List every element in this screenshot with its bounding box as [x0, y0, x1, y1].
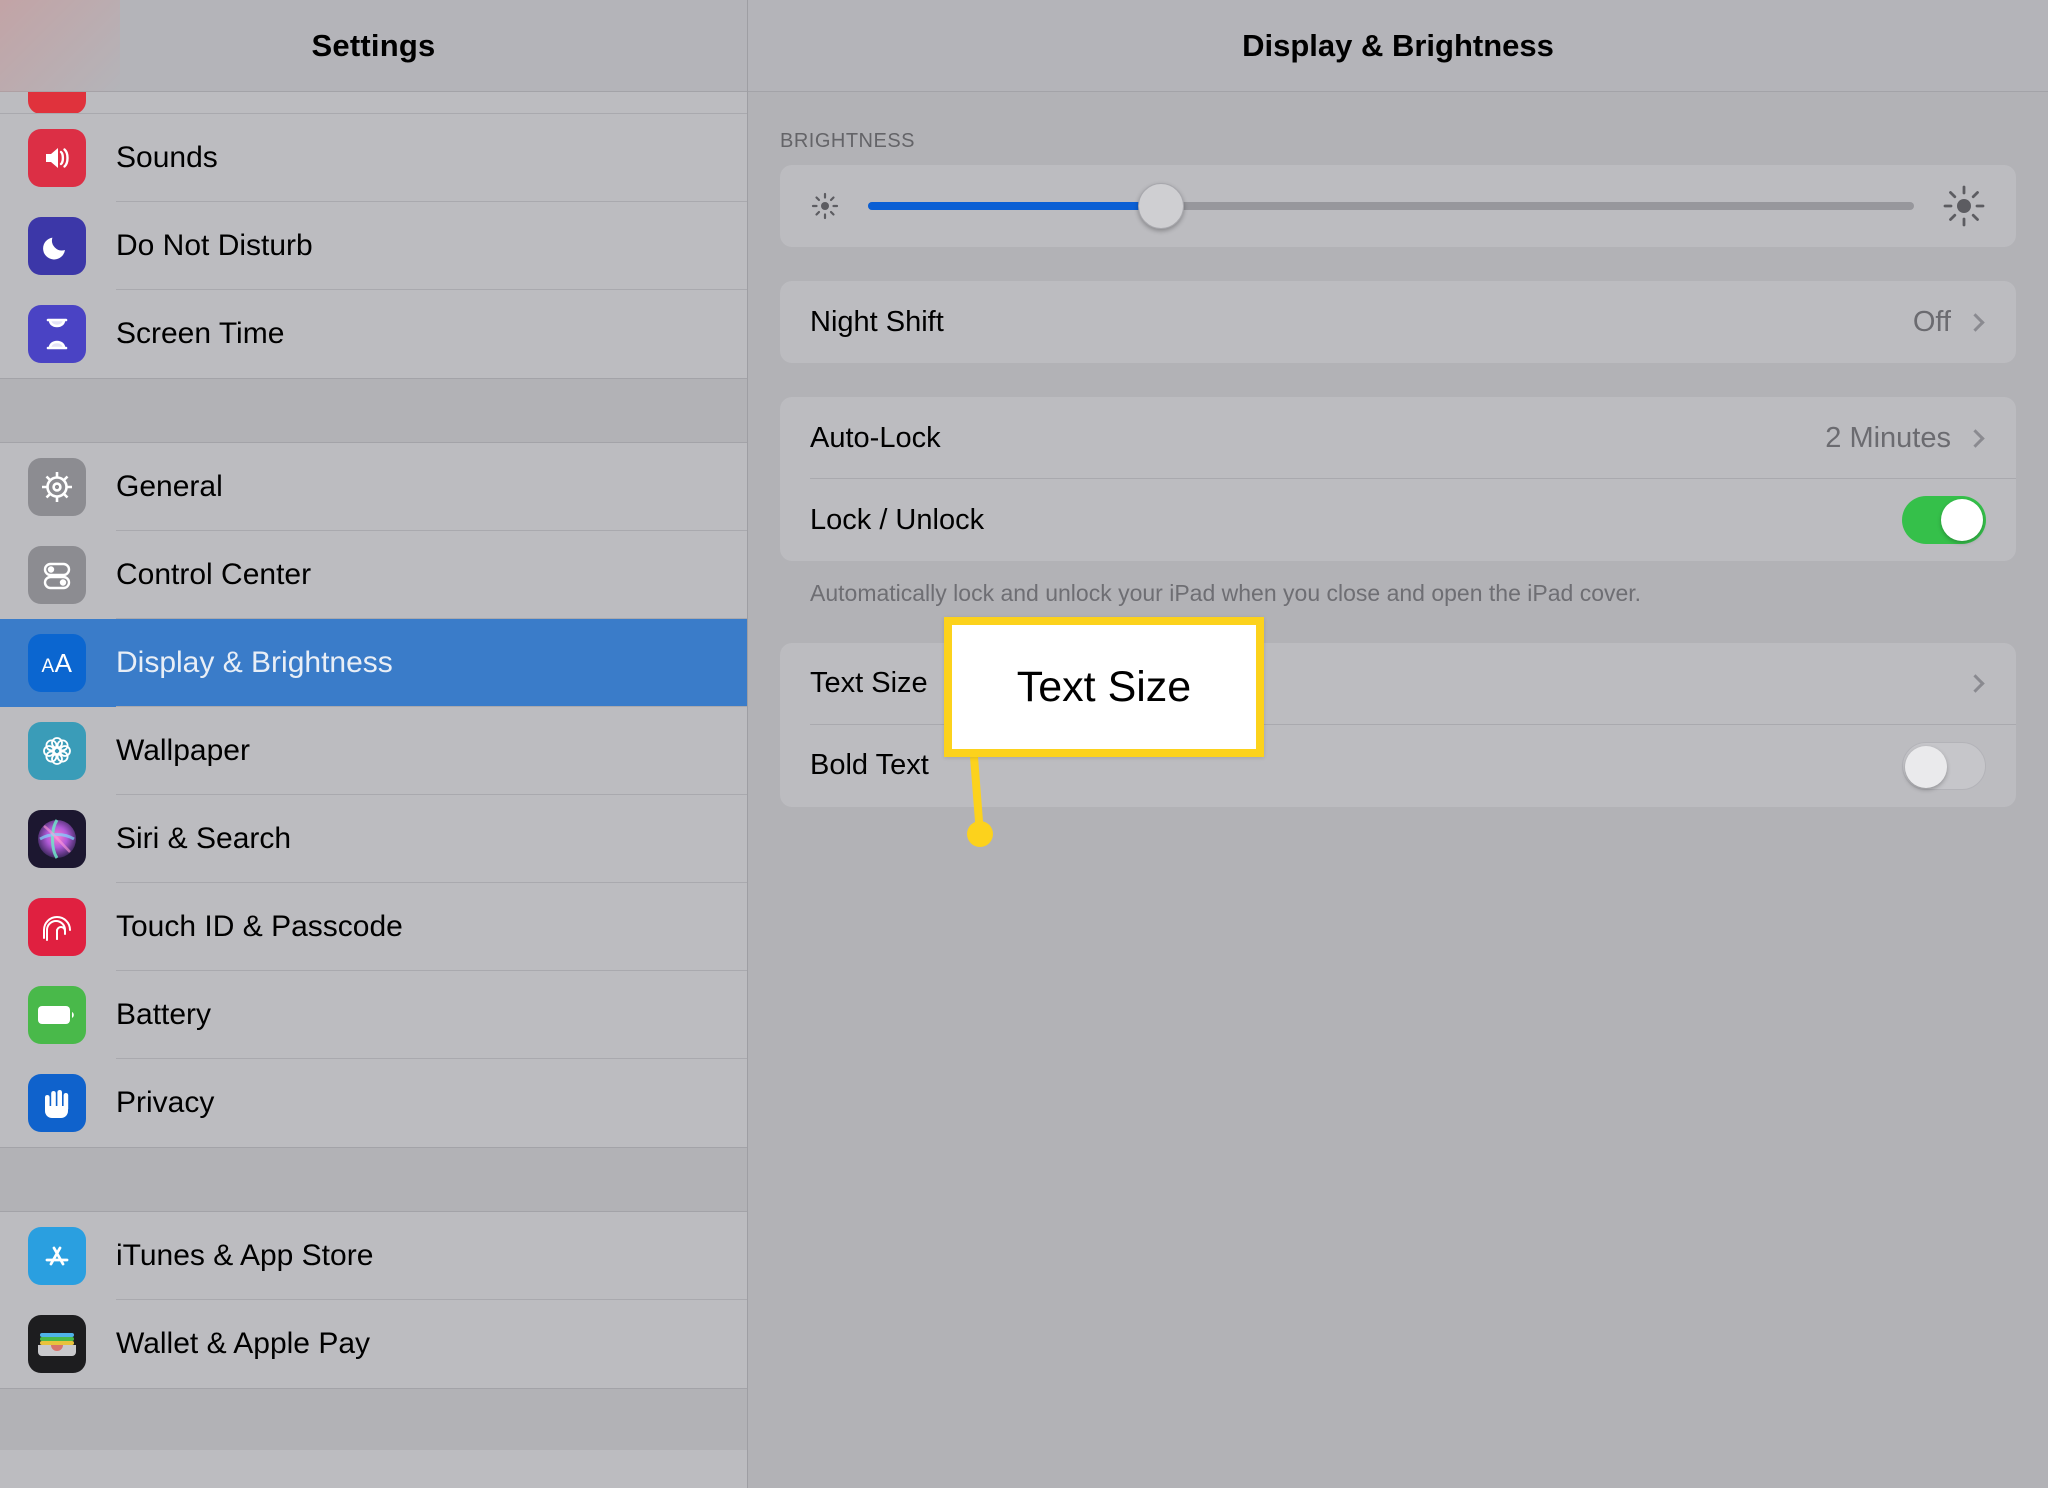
wallpaper-tint [0, 0, 120, 92]
sidebar-item-label: Touch ID & Passcode [116, 910, 403, 943]
sidebar-item-do-not-disturb[interactable]: Do Not Disturb [0, 202, 747, 290]
sidebar-item-label: Siri & Search [116, 822, 292, 855]
sidebar-item-screen-time[interactable]: Screen Time [0, 290, 747, 378]
sidebar-item-control-center[interactable]: Control Center [0, 531, 747, 619]
wallet-icon [28, 1315, 86, 1373]
auto-lock-row[interactable]: Auto-Lock 2 Minutes [780, 397, 2016, 479]
hourglass-icon [28, 305, 86, 363]
sidebar-item-label: Display & Brightness [116, 646, 393, 679]
sidebar-item-display-and-brightness[interactable]: AA Display & Brightness [0, 619, 747, 707]
main-header: Display & Brightness [748, 0, 2048, 92]
sidebar-group-divider [0, 1147, 747, 1212]
sidebar-item-battery[interactable]: Battery [0, 971, 747, 1059]
toggle-knob [1905, 745, 1947, 788]
chevron-right-icon [1966, 674, 1985, 694]
sidebar-item-privacy[interactable]: Privacy [0, 1059, 747, 1147]
sidebar-item-label: Control Center [116, 558, 312, 591]
toggles-icon [28, 546, 86, 604]
sidebar-item-wallpaper[interactable]: Wallpaper [0, 707, 747, 795]
sidebar-item-label: Screen Time [116, 317, 285, 350]
night-shift-label: Night Shift [810, 305, 944, 338]
lock-footnote: Automatically lock and unlock your iPad … [810, 580, 1642, 606]
sidebar-item-label: General [116, 470, 223, 503]
night-shift-card: Night Shift Off [780, 281, 2016, 363]
bold-text-toggle[interactable] [1902, 741, 1986, 790]
lock-card: Auto-Lock 2 Minutes Lock / Unlock [780, 397, 2016, 561]
clipped-red-app-icon-row[interactable] [0, 92, 747, 114]
sidebar-item-siri-and-search[interactable]: Siri & Search [0, 795, 747, 883]
aa-glyph: AA [41, 647, 73, 678]
app-store-icon [28, 1227, 86, 1285]
brightness-card [780, 165, 2016, 247]
brightness-slider-track[interactable] [868, 183, 1914, 229]
clipped-red-app-icon [28, 92, 86, 113]
night-shift-row[interactable]: Night Shift Off [780, 281, 2016, 363]
annotation-target-dot [967, 821, 993, 847]
toggle-knob [1941, 499, 1983, 541]
sidebar-item-label: Privacy [116, 1086, 215, 1119]
sidebar-group-divider [0, 378, 747, 443]
lock-unlock-row[interactable]: Lock / Unlock [780, 479, 2016, 561]
display-brightness-panel: Display & Brightness BRIGHTNESS Night Sh… [748, 0, 2048, 1488]
gear-icon [28, 458, 86, 516]
lock-unlock-label: Lock / Unlock [810, 503, 985, 536]
sidebar-item-label: Sounds [116, 141, 218, 174]
sun-low-icon [810, 191, 840, 221]
text-size-label: Text Size [810, 667, 928, 700]
text-size-aa-icon: AA [28, 634, 86, 692]
fingerprint-icon [28, 898, 86, 956]
sidebar-item-label: Do Not Disturb [116, 229, 313, 262]
lock-unlock-toggle[interactable] [1902, 496, 1986, 544]
sidebar-bottom-spacer [0, 1388, 747, 1450]
sun-high-icon [1942, 184, 1986, 228]
speaker-icon [28, 129, 86, 187]
sidebar-item-sounds[interactable]: Sounds [0, 114, 747, 202]
sidebar-item-itunes-and-app-store[interactable]: iTunes & App Store [0, 1212, 747, 1300]
hand-icon [28, 1074, 86, 1132]
sidebar-item-wallet-and-apple-pay[interactable]: Wallet & Apple Pay [0, 1300, 747, 1388]
sidebar-item-general[interactable]: General [0, 443, 747, 531]
flower-icon [28, 722, 86, 780]
sidebar-item-touch-id-and-passcode[interactable]: Touch ID & Passcode [0, 883, 747, 971]
battery-icon [28, 986, 86, 1044]
sidebar-list: Sounds Do Not Disturb Screen Time Genera… [0, 114, 747, 1450]
chevron-right-icon [1966, 428, 1985, 448]
annotation-callout: Text Size [944, 617, 1264, 757]
moon-icon [28, 217, 86, 275]
settings-sidebar: Settings Sounds Do Not Disturb Screen Ti… [0, 0, 748, 1488]
brightness-slider-fill [868, 202, 1161, 210]
sidebar-item-label: Wallpaper [116, 734, 250, 767]
sidebar-header: Settings [0, 0, 747, 92]
brightness-slider-row[interactable] [780, 165, 2016, 247]
auto-lock-value: 2 Minutes [1825, 421, 1951, 454]
siri-orb-icon [28, 810, 86, 868]
sidebar-item-label: iTunes & App Store [116, 1239, 374, 1272]
annotation-label: Text Size [1016, 662, 1192, 711]
sidebar-item-label: Wallet & Apple Pay [116, 1327, 371, 1360]
chevron-right-icon [1966, 312, 1985, 332]
sidebar-item-label: Battery [116, 998, 212, 1031]
page-title: Display & Brightness [1242, 27, 1554, 63]
brightness-slider-knob[interactable] [1137, 183, 1184, 229]
bold-text-label: Bold Text [810, 749, 929, 782]
brightness-section-label: BRIGHTNESS [780, 130, 916, 152]
ipad-settings-screen: Settings Sounds Do Not Disturb Screen Ti… [0, 0, 2048, 1488]
night-shift-value: Off [1912, 305, 1951, 338]
auto-lock-label: Auto-Lock [810, 421, 941, 454]
sidebar-title: Settings [311, 27, 436, 63]
